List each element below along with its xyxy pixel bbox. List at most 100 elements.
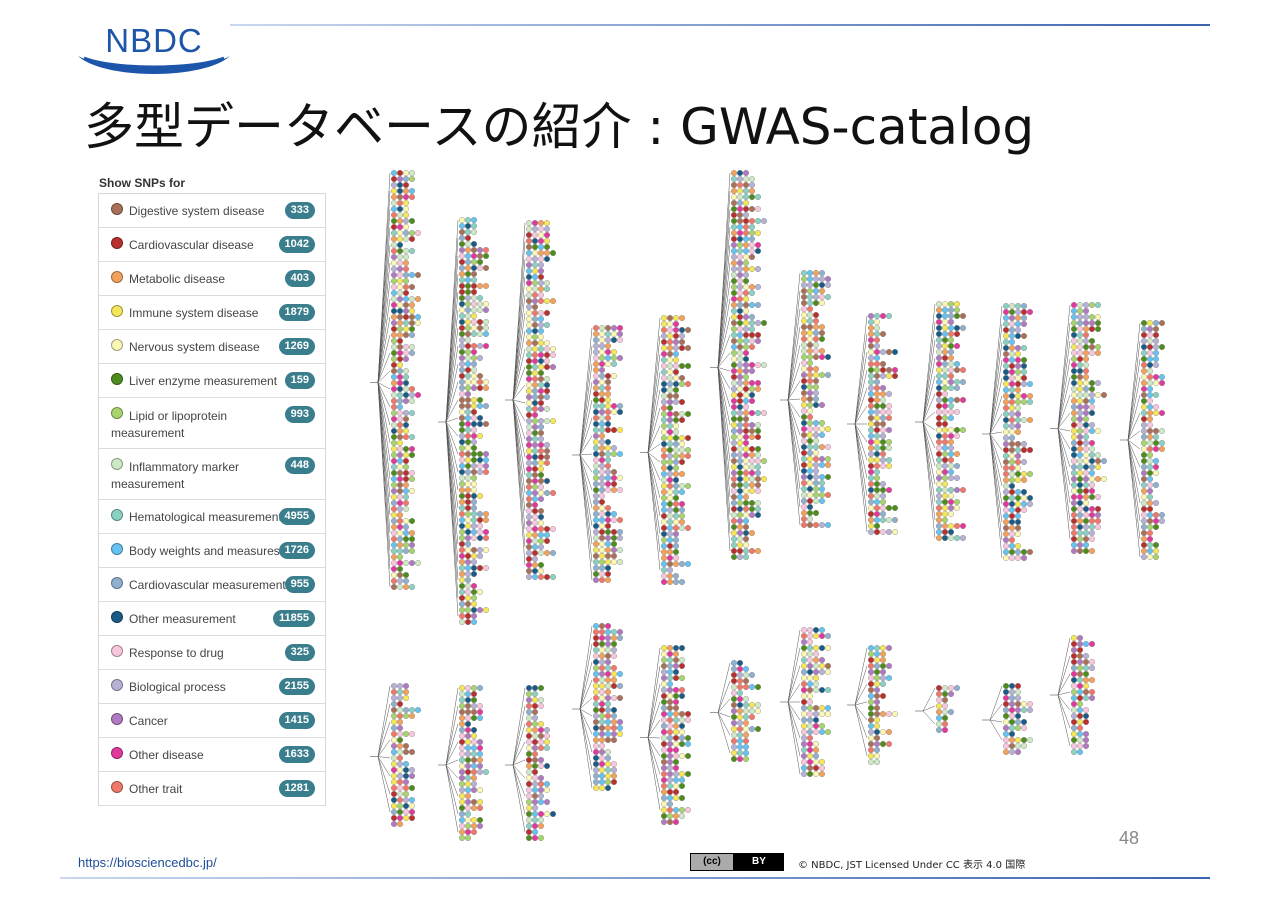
- snp-dot: [936, 529, 942, 535]
- trait-item[interactable]: Cancer 1415: [99, 704, 325, 738]
- snp-dot: [1147, 464, 1153, 470]
- snp-dot: [874, 741, 880, 747]
- trait-item[interactable]: Cardiovascular disease 1042: [99, 228, 325, 262]
- snp-dot: [755, 338, 761, 344]
- snp-dot: [737, 434, 743, 440]
- trait-item[interactable]: Other trait 1281: [99, 772, 325, 806]
- trait-item[interactable]: Biological process 2155: [99, 670, 325, 704]
- snp-dot: [743, 446, 749, 452]
- snp-dot: [868, 759, 874, 765]
- snp-dot: [667, 807, 673, 813]
- trait-item[interactable]: Lipid or lipoprotein measurement 993: [99, 398, 325, 449]
- snp-dot: [673, 645, 679, 651]
- snp-dot: [813, 729, 819, 735]
- snp-dot: [611, 445, 617, 451]
- snp-dot: [743, 332, 749, 338]
- snp-dot: [661, 705, 667, 711]
- license-text: © NBDC, JST Licensed Under CC 表示 4.0 国際: [798, 860, 1026, 871]
- snp-dot: [673, 705, 679, 711]
- snp-dot: [409, 476, 415, 482]
- snp-dot: [813, 432, 819, 438]
- snp-dot: [743, 714, 749, 720]
- snp-dot: [391, 278, 397, 284]
- snp-dot: [936, 301, 942, 307]
- snp-dot: [801, 432, 807, 438]
- snp-dot: [825, 276, 831, 282]
- snp-dot: [679, 381, 685, 387]
- tree-branch: [377, 685, 391, 757]
- snp-dot: [532, 490, 538, 496]
- snp-dot: [1141, 344, 1147, 350]
- snp-dot: [403, 797, 409, 803]
- snp-dot: [737, 332, 743, 338]
- cc-by-badge: (cc) BY: [690, 853, 784, 871]
- snp-dot: [471, 829, 477, 835]
- snp-dot: [874, 705, 880, 711]
- snp-dot: [1095, 518, 1101, 524]
- snp-dot: [1021, 707, 1027, 713]
- snp-dot: [942, 445, 948, 451]
- snp-dot: [661, 411, 667, 417]
- snp-dot: [471, 823, 477, 829]
- snp-dot: [459, 277, 465, 283]
- snp-dot: [942, 685, 948, 691]
- snp-dot: [403, 428, 409, 434]
- trait-item[interactable]: Body weights and measures 1726: [99, 534, 325, 568]
- snp-dot: [1077, 500, 1083, 506]
- footer-url[interactable]: https://biosciencedbc.jp/: [78, 855, 217, 870]
- snp-dot: [1089, 464, 1095, 470]
- snp-dot: [737, 482, 743, 488]
- snp-dot: [1003, 725, 1009, 731]
- snp-dot: [391, 296, 397, 302]
- trait-item[interactable]: Liver enzyme measurement 159: [99, 364, 325, 398]
- snp-dot: [1083, 659, 1089, 665]
- snp-dot: [874, 409, 880, 415]
- trait-item[interactable]: Inflammatory marker measurement 448: [99, 449, 325, 500]
- snp-dot: [409, 452, 415, 458]
- snp-dot: [397, 488, 403, 494]
- trait-item[interactable]: Other disease 1633: [99, 738, 325, 772]
- trait-label: Digestive system disease: [129, 204, 265, 218]
- snp-dot: [593, 463, 599, 469]
- snp-dot: [819, 432, 825, 438]
- snp-dot: [1071, 641, 1077, 647]
- snp-dot: [477, 403, 483, 409]
- snp-dot: [403, 707, 409, 713]
- trait-item[interactable]: Hematological measurement 4955: [99, 500, 325, 534]
- snp-dot: [544, 220, 550, 226]
- trait-item[interactable]: Immune system disease 1879: [99, 296, 325, 330]
- trait-item[interactable]: Metabolic disease 403: [99, 262, 325, 296]
- trait-item[interactable]: Digestive system disease 333: [99, 194, 325, 228]
- snp-dot: [599, 523, 605, 529]
- snp-dot: [538, 418, 544, 424]
- snp-dot: [459, 433, 465, 439]
- snp-dot: [397, 344, 403, 350]
- snp-dot: [880, 415, 886, 421]
- snp-dot: [1077, 398, 1083, 404]
- snp-dot: [611, 337, 617, 343]
- trait-item[interactable]: Cardiovascular measurement 955: [99, 568, 325, 602]
- snp-dot: [471, 535, 477, 541]
- snp-dot: [526, 472, 532, 478]
- snp-dot: [1089, 386, 1095, 392]
- trait-item[interactable]: Response to drug 325: [99, 636, 325, 670]
- snp-dot: [391, 773, 397, 779]
- snp-dot: [801, 372, 807, 378]
- snp-dot: [936, 397, 942, 403]
- snp-dot: [661, 789, 667, 795]
- snp-dot: [673, 435, 679, 441]
- snp-dot: [471, 427, 477, 433]
- snp-dot: [807, 522, 813, 528]
- snp-dot: [1003, 695, 1009, 701]
- snp-dot: [538, 382, 544, 388]
- snp-dot: [661, 561, 667, 567]
- trait-item[interactable]: Other measurement 11855: [99, 602, 325, 636]
- snp-dot: [391, 200, 397, 206]
- trait-item[interactable]: Nervous system disease 1269: [99, 330, 325, 364]
- snp-dot: [459, 583, 465, 589]
- snp-dot: [807, 282, 813, 288]
- snp-dot: [526, 358, 532, 364]
- trait-label: Inflammatory marker measurement: [111, 460, 240, 491]
- snp-dot: [391, 260, 397, 266]
- snp-dot: [465, 787, 471, 793]
